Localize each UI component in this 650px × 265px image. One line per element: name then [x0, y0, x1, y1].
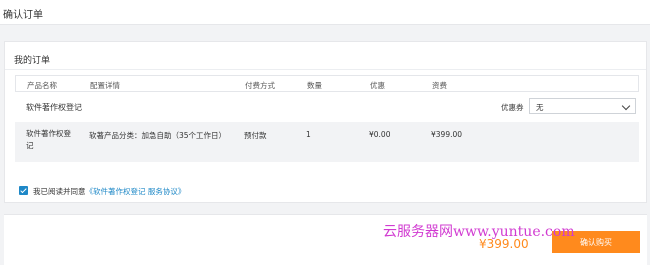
chevron-down-icon — [621, 101, 631, 111]
product-group-name: 软件著作权登记 — [26, 103, 82, 112]
agreement-checkbox[interactable] — [19, 186, 28, 195]
order-table: 产品名称 配置详情 付费方式 数量 优惠 资费 软件著作权登记 优惠券 无 软件… — [15, 75, 639, 203]
cell-product-line1: 软件著作权登 — [26, 129, 71, 138]
watermark: 云服务器网www.yuntue.com — [383, 224, 575, 240]
column-header-quantity: 数量 — [307, 81, 322, 90]
cell-config: 软著产品分类：加急自助（35个工作日） — [89, 131, 227, 140]
column-header-product: 产品名称 — [27, 81, 57, 90]
cell-payment: 预付款 — [244, 131, 267, 140]
cell-product-line2: 记 — [26, 141, 34, 150]
cell-price: ¥399.00 — [431, 130, 463, 139]
agreement-link[interactable]: 《软件著作权登记 服务协议》 — [86, 187, 186, 196]
column-header-payment: 付费方式 — [245, 81, 275, 90]
top-bar: 确认订单 — [0, 0, 650, 25]
product-group-row: 软件著作权登记 优惠券 无 — [15, 92, 639, 122]
order-card: 我的订单 产品名称 配置详情 付费方式 数量 优惠 资费 软件著作权登记 优惠券… — [4, 41, 647, 203]
column-header-discount: 优惠 — [370, 81, 385, 90]
coupon-label: 优惠券 — [501, 103, 524, 112]
coupon-selected-value: 无 — [536, 103, 544, 112]
coupon-select[interactable]: 无 — [529, 98, 636, 114]
section-divider — [5, 69, 646, 70]
column-header-price: 资费 — [432, 81, 447, 90]
column-header-config: 配置详情 — [90, 81, 120, 90]
table-row: 软件著作权登 记 软著产品分类：加急自助（35个工作日） 预付款 1 ¥0.00… — [15, 122, 639, 162]
cell-quantity: 1 — [306, 130, 311, 139]
agreement-text: 我已阅读并同意《软件著作权登记 服务协议》 — [33, 187, 186, 196]
cell-discount: ¥0.00 — [369, 130, 391, 139]
cell-product: 软件著作权登 记 — [26, 128, 86, 152]
table-header: 产品名称 配置详情 付费方式 数量 优惠 资费 — [15, 75, 639, 92]
order-section-title: 我的订单 — [14, 56, 51, 66]
page-title: 确认订单 — [3, 10, 43, 21]
